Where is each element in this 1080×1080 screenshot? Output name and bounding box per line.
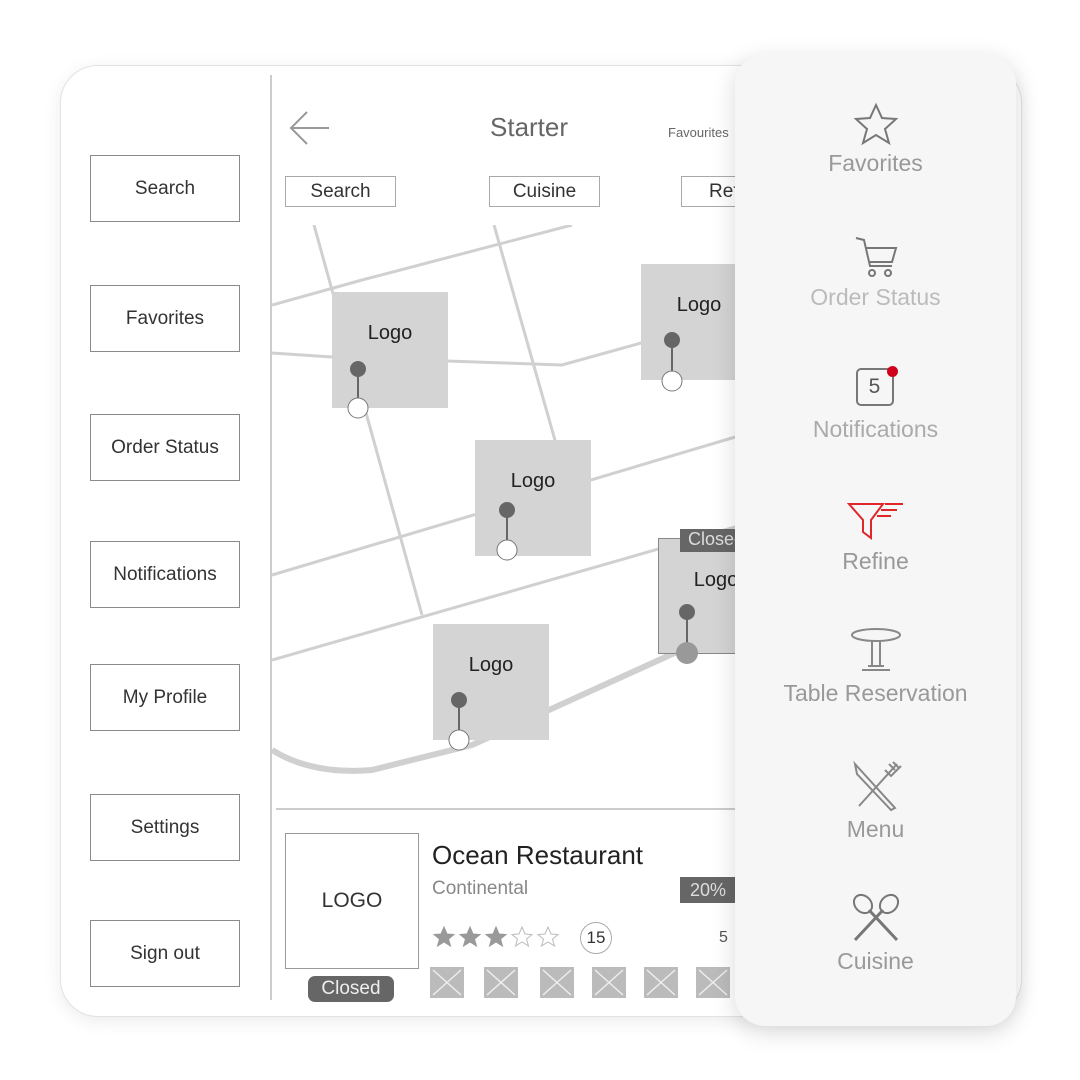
image-placeholder-icon xyxy=(594,969,624,996)
star-filled-icon xyxy=(484,925,508,948)
star-icon xyxy=(853,102,898,146)
panel-item-label: Table Reservation xyxy=(783,680,968,706)
star-rating xyxy=(432,925,560,949)
photo-thumbnail[interactable] xyxy=(644,967,678,998)
photo-thumbnail[interactable] xyxy=(540,967,574,998)
panel-item-order-status[interactable]: Order Status xyxy=(735,234,1016,311)
photo-thumbnail[interactable] xyxy=(696,967,730,998)
panel-item-label: Order Status xyxy=(810,284,941,310)
review-count: 15 xyxy=(580,922,612,954)
sidebar-item-settings[interactable]: Settings xyxy=(90,794,240,861)
filter-icon xyxy=(846,503,903,540)
panel-item-cuisine[interactable]: Cuisine xyxy=(735,892,1016,975)
status-badge: Closed xyxy=(308,976,394,1002)
panel-item-table-reservation[interactable]: Table Reservation xyxy=(735,626,1016,707)
panel-item-menu[interactable]: Menu xyxy=(735,760,1016,843)
side-menu-panel: Favorites Order Status 5 Notifications R… xyxy=(735,54,1016,1026)
star-filled-icon xyxy=(432,925,456,948)
fork-knife-icon xyxy=(852,760,902,812)
divider xyxy=(276,808,746,810)
panel-item-label: Notifications xyxy=(812,416,939,442)
star-empty-icon xyxy=(510,925,534,948)
star-empty-icon xyxy=(536,925,560,948)
cart-icon xyxy=(855,237,897,277)
panel-item-label: Menu xyxy=(846,816,905,842)
panel-item-refine[interactable]: Refine xyxy=(735,500,1016,575)
image-placeholder-icon xyxy=(646,969,676,996)
sidebar-item-sign-out[interactable]: Sign out xyxy=(90,920,240,987)
restaurant-name[interactable]: Ocean Restaurant xyxy=(432,840,643,871)
photo-thumbnail[interactable] xyxy=(430,967,464,998)
crossed-utensils-icon xyxy=(852,893,899,942)
photo-thumbnail[interactable] xyxy=(592,967,626,998)
photo-thumbnail[interactable] xyxy=(484,967,518,998)
image-placeholder-icon xyxy=(542,969,572,996)
notification-icon: 5 xyxy=(854,366,898,410)
image-placeholder-icon xyxy=(486,969,516,996)
panel-item-label: Cuisine xyxy=(837,948,914,974)
pin-icons xyxy=(347,332,698,751)
panel-item-notifications[interactable]: 5 Notifications xyxy=(735,366,1016,443)
discount-badge: 20% xyxy=(680,877,740,903)
star-filled-icon xyxy=(458,925,482,948)
restaurant-cuisine: Continental xyxy=(432,878,529,899)
image-placeholder-icon xyxy=(698,969,728,996)
panel-item-favorites[interactable]: Favorites xyxy=(735,102,1016,177)
panel-item-label: Refine xyxy=(842,548,909,574)
table-icon xyxy=(850,628,901,671)
image-placeholder-icon xyxy=(432,969,462,996)
panel-item-label: Favorites xyxy=(828,150,923,176)
extra-value: 5 xyxy=(719,929,728,946)
restaurant-logo: LOGO xyxy=(285,833,419,969)
